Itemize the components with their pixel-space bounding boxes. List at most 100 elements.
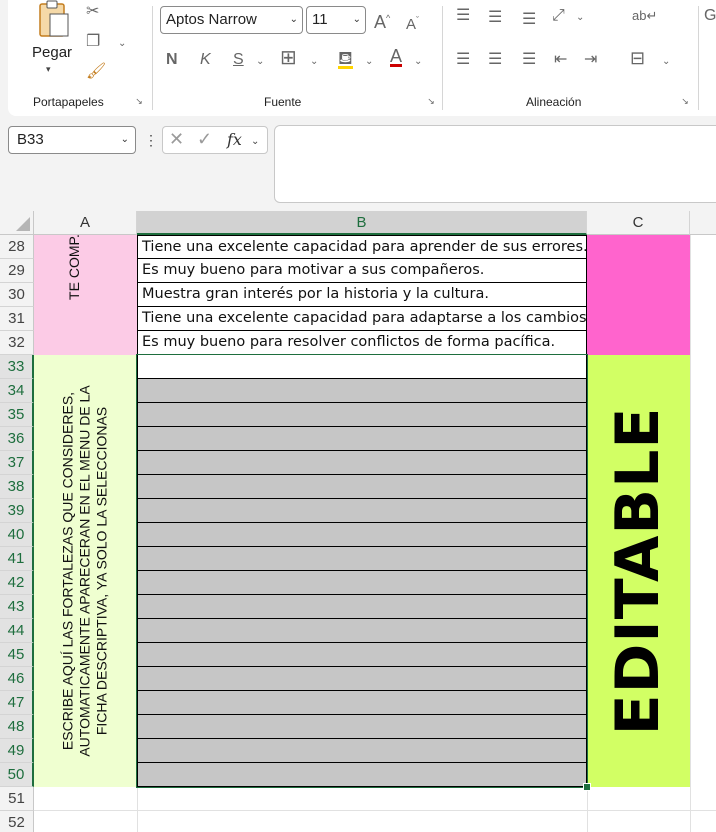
cell-b43[interactable] <box>137 595 587 619</box>
insert-function-button[interactable]: fx <box>227 132 242 148</box>
merge-center-icon[interactable]: ⊟ <box>630 49 645 67</box>
row-header[interactable]: 50 <box>0 763 34 787</box>
cell-b48[interactable] <box>137 715 587 739</box>
font-size-select[interactable]: 11 ⌄ <box>306 6 366 34</box>
merged-cell-a28[interactable]: TE COMP. <box>34 235 137 355</box>
cancel-icon[interactable]: ✕ <box>169 130 184 148</box>
row-header[interactable]: 37 <box>0 451 34 475</box>
chevron-down-icon[interactable]: ⌄ <box>414 54 422 70</box>
dialog-launcher-icon[interactable]: ↘ <box>134 96 144 106</box>
cell-b35[interactable] <box>137 403 587 427</box>
row-header[interactable]: 28 <box>0 235 34 259</box>
cell-b36[interactable] <box>137 427 587 451</box>
row-header[interactable]: 40 <box>0 523 34 547</box>
cell-b44[interactable] <box>137 619 587 643</box>
row-header[interactable]: 36 <box>0 427 34 451</box>
align-center-icon[interactable]: ☰ <box>488 52 502 68</box>
cell-b34[interactable] <box>137 379 587 403</box>
align-middle-icon[interactable]: ☰ <box>488 10 502 26</box>
chevron-down-icon[interactable]: ⌄ <box>251 134 259 150</box>
select-all-corner[interactable] <box>0 211 34 235</box>
row-header[interactable]: 33 <box>0 355 34 379</box>
row-header[interactable]: 38 <box>0 475 34 499</box>
row-header[interactable]: 49 <box>0 739 34 763</box>
row-header[interactable]: 31 <box>0 307 34 331</box>
cell-b41[interactable] <box>137 547 587 571</box>
merged-cell-c28[interactable] <box>587 235 690 355</box>
dialog-launcher-icon[interactable]: ↘ <box>680 96 690 106</box>
row-header[interactable]: 42 <box>0 571 34 595</box>
borders-icon[interactable]: ⊞ <box>280 48 297 68</box>
formula-input[interactable] <box>274 125 716 203</box>
number-format-icon[interactable]: G <box>704 8 716 24</box>
row-header[interactable]: 29 <box>0 259 34 283</box>
decrease-font-icon[interactable]: Aˇ <box>406 12 419 33</box>
cell-b42[interactable] <box>137 571 587 595</box>
font-color-icon[interactable]: A <box>390 47 403 67</box>
merged-cell-c33[interactable]: EDITABLE <box>587 355 690 787</box>
row-header[interactable]: 32 <box>0 331 34 355</box>
dialog-launcher-icon[interactable]: ↘ <box>426 96 436 106</box>
row-header[interactable]: 48 <box>0 715 34 739</box>
chevron-down-icon[interactable]: ⌄ <box>662 54 670 70</box>
underline-button[interactable]: S <box>233 52 244 68</box>
cell-b32[interactable]: Es muy bueno para resolver conflictos de… <box>137 331 587 355</box>
cell-b49[interactable] <box>137 739 587 763</box>
copy-icon[interactable]: ❐ <box>86 34 100 50</box>
increase-indent-icon[interactable]: ⇥ <box>584 52 597 68</box>
cell-b40[interactable] <box>137 523 587 547</box>
row-header[interactable]: 39 <box>0 499 34 523</box>
row-header[interactable]: 45 <box>0 643 34 667</box>
fill-color-icon[interactable]: ⛾ <box>338 49 353 69</box>
cell-b47[interactable] <box>137 691 587 715</box>
row-header[interactable]: 52 <box>0 811 34 832</box>
cell-b29[interactable]: Es muy bueno para motivar a sus compañer… <box>137 259 587 283</box>
row-header[interactable]: 46 <box>0 667 34 691</box>
cell-b30[interactable]: Muestra gran interés por la historia y l… <box>137 283 587 307</box>
cut-icon[interactable]: ✂ <box>86 4 99 20</box>
bold-button[interactable]: N <box>166 52 178 68</box>
font-name-select[interactable]: Aptos Narrow ⌄ <box>160 6 303 34</box>
row-header[interactable]: 43 <box>0 595 34 619</box>
enter-icon[interactable]: ✓ <box>197 130 212 148</box>
merged-cell-a33[interactable]: ESCRIBE AQUÍ LAS FORTALEZAS QUE CONSIDER… <box>34 355 137 787</box>
wrap-text-icon[interactable]: ab↵ <box>632 8 657 24</box>
chevron-down-icon[interactable]: ⌄ <box>310 54 318 70</box>
row-header[interactable]: 35 <box>0 403 34 427</box>
orientation-icon[interactable]: ⤢ <box>552 8 565 24</box>
column-header-d[interactable] <box>690 211 716 235</box>
align-bottom-icon[interactable]: ☰ <box>522 12 536 28</box>
cell-b46[interactable] <box>137 667 587 691</box>
cell-b31[interactable]: Tiene una excelente capacidad para adapt… <box>137 307 587 331</box>
row-header[interactable]: 47 <box>0 691 34 715</box>
column-header-c[interactable]: C <box>587 211 690 235</box>
cell-b33[interactable] <box>137 355 587 379</box>
column-header-b[interactable]: B <box>137 211 587 235</box>
chevron-down-icon[interactable]: ⌄ <box>256 54 264 70</box>
column-header-a[interactable]: A <box>34 211 137 235</box>
align-top-icon[interactable]: ☰ <box>456 8 470 24</box>
cell-b39[interactable] <box>137 499 587 523</box>
cell-b50[interactable] <box>137 763 587 787</box>
name-box[interactable]: B33 ⌄ <box>8 126 136 154</box>
fill-handle[interactable] <box>583 783 591 791</box>
format-painter-icon[interactable]: 🖌 <box>86 64 106 80</box>
more-options-icon[interactable]: ⋮ <box>144 132 158 148</box>
decrease-indent-icon[interactable]: ⇤ <box>554 52 567 68</box>
row-header[interactable]: 30 <box>0 283 34 307</box>
align-left-icon[interactable]: ☰ <box>456 52 470 68</box>
cell-b38[interactable] <box>137 475 587 499</box>
row-header[interactable]: 51 <box>0 787 34 811</box>
align-right-icon[interactable]: ☰ <box>522 52 536 68</box>
paste-button[interactable]: Pegar ▾ <box>30 0 76 82</box>
row-header[interactable]: 34 <box>0 379 34 403</box>
cell-b28[interactable]: Tiene una excelente capacidad para apren… <box>137 235 587 259</box>
chevron-down-icon[interactable]: ⌄ <box>118 36 126 52</box>
chevron-down-icon[interactable]: ⌄ <box>365 54 373 70</box>
row-header[interactable]: 41 <box>0 547 34 571</box>
cell-b45[interactable] <box>137 643 587 667</box>
italic-button[interactable]: K <box>200 52 211 68</box>
cell-b37[interactable] <box>137 451 587 475</box>
chevron-down-icon[interactable]: ⌄ <box>576 10 584 26</box>
increase-font-icon[interactable]: A^ <box>374 10 390 31</box>
